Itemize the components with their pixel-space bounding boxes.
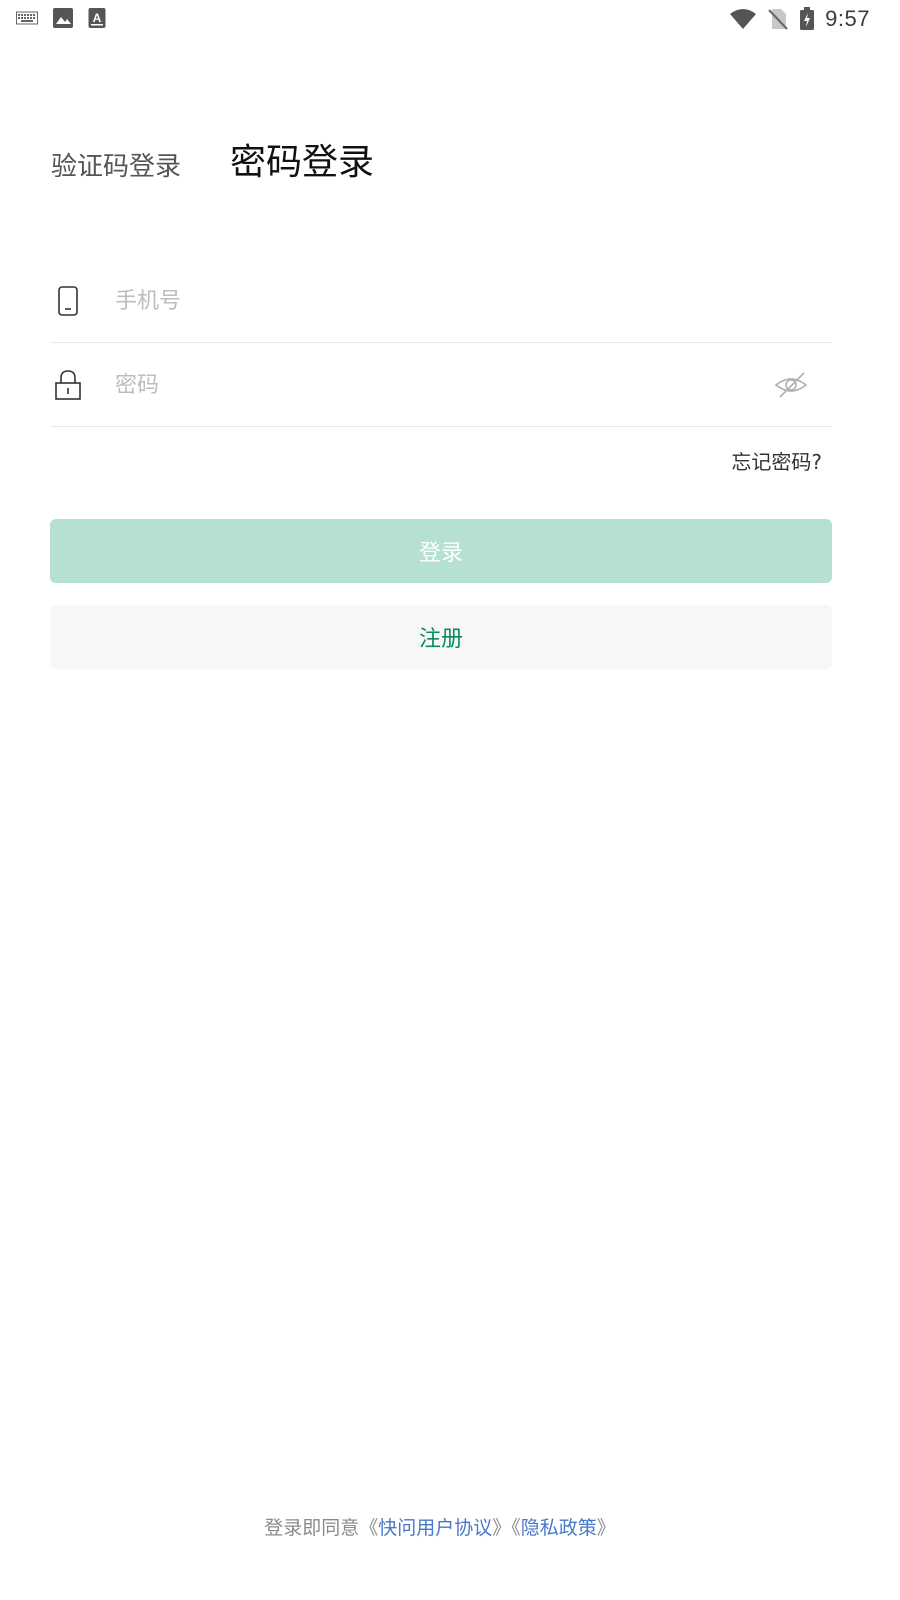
font-icon: A (88, 7, 106, 29)
bracket-close: 》 (492, 1517, 512, 1539)
password-field-row (51, 343, 832, 427)
bracket-close: 》 (596, 1517, 616, 1539)
privacy-policy-link[interactable]: 隐私政策 (521, 1517, 597, 1539)
status-bar-notifications: A (16, 7, 106, 29)
phone-input[interactable] (115, 281, 755, 321)
svg-text:A: A (93, 11, 102, 25)
bracket-open: 《 (511, 1517, 521, 1539)
eye-off-icon[interactable] (774, 369, 808, 401)
forgot-password-link[interactable]: 忘记密码? (731, 448, 822, 476)
agreement-prefix: 登录即同意 (264, 1517, 360, 1539)
wifi-icon (729, 8, 757, 30)
register-button[interactable]: 注册 (50, 605, 832, 669)
phone-field-row (51, 259, 832, 343)
phone-icon (53, 285, 83, 317)
tab-sms-login[interactable]: 验证码登录 (51, 150, 181, 184)
keyboard-icon (16, 11, 38, 25)
battery-charging-icon (799, 7, 815, 31)
user-agreement-link[interactable]: 快问用户协议 (378, 1517, 492, 1539)
image-icon (52, 7, 74, 29)
lock-icon (53, 369, 83, 401)
no-sim-icon (767, 7, 789, 31)
status-bar-system: 9:57 (729, 6, 870, 32)
status-bar: A 9:57 (0, 0, 900, 36)
login-button[interactable]: 登录 (50, 519, 832, 583)
bracket-open: 《 (359, 1517, 379, 1539)
password-input[interactable] (115, 365, 755, 405)
login-screen: A 9:57 验证码登录 密码登录 手机号 忘记密码? 登录 注册 登录即同意《… (0, 0, 900, 1600)
tab-password-login[interactable]: 密码登录 (230, 140, 374, 186)
agreement-text: 登录即同意《快问用户协议》《隐私政策》 (0, 1514, 880, 1542)
status-time: 9:57 (825, 6, 870, 31)
